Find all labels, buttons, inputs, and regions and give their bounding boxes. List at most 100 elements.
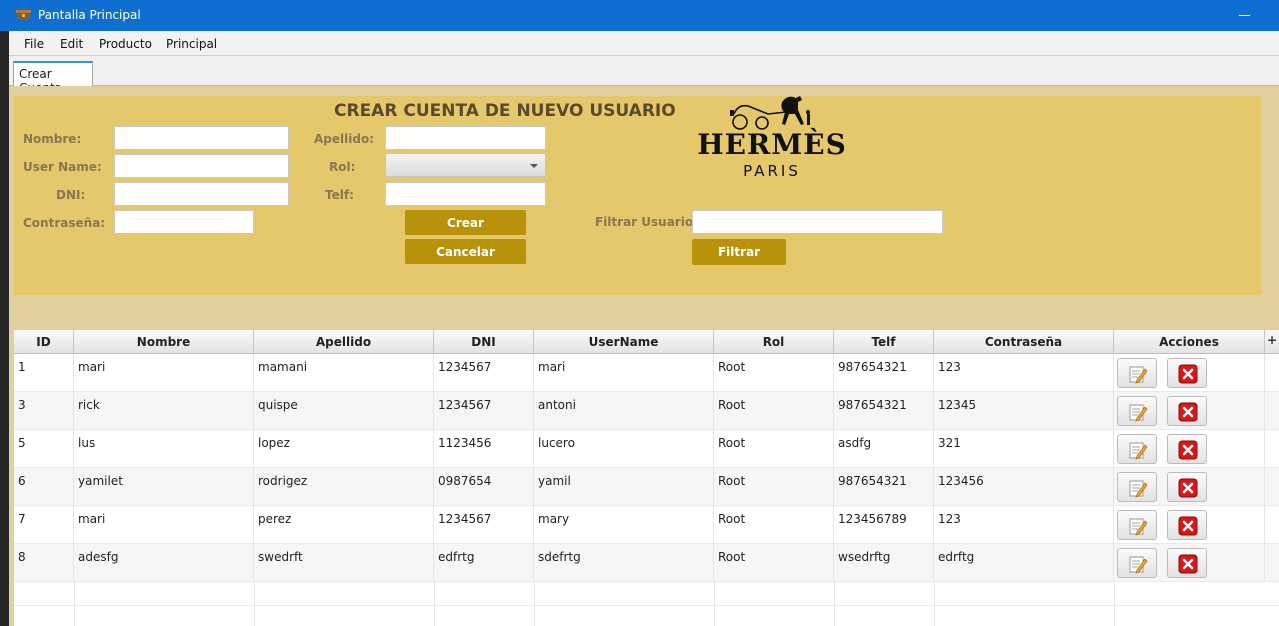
filtrar-input[interactable]: [692, 210, 943, 234]
delete-icon: [1178, 364, 1198, 384]
table-header: ID Nombre Apellido DNI UserName Rol Telf…: [14, 330, 1279, 354]
column-divider: [534, 606, 535, 626]
users-table: ID Nombre Apellido DNI UserName Rol Telf…: [14, 330, 1279, 626]
empty-row: [14, 606, 1279, 626]
col-header-nombre[interactable]: Nombre: [74, 330, 254, 354]
cell-apellido: rodrigez: [254, 468, 434, 506]
column-divider: [534, 582, 535, 606]
delete-icon: [1178, 440, 1198, 460]
cell-rol: Root: [714, 506, 834, 544]
rol-select[interactable]: [385, 153, 546, 177]
column-divider: [934, 582, 935, 606]
menu-producto[interactable]: Producto: [99, 37, 152, 51]
column-divider: [434, 582, 435, 606]
cell-username: antoni: [534, 392, 714, 430]
cell-username: mari: [534, 354, 714, 392]
cell-id: 7: [14, 506, 74, 544]
delete-button[interactable]: [1167, 472, 1207, 502]
tab-crear-cuenta[interactable]: Crear Cuenta: [13, 61, 93, 95]
col-header-rol[interactable]: Rol: [714, 330, 834, 354]
cell-username: lucero: [534, 430, 714, 468]
cell-nombre: rick: [74, 392, 254, 430]
contrasena-label: Contraseña:: [23, 216, 106, 230]
table-row[interactable]: 3 rick quispe 1234567 antoni Root 987654321 123…: [14, 392, 1279, 430]
apellido-label: Apellido:: [314, 132, 374, 146]
edit-button[interactable]: [1117, 434, 1157, 464]
edit-icon: [1129, 366, 1148, 384]
dni-input[interactable]: [114, 182, 289, 206]
table-row[interactable]: 8 adesfg swedrft edfrtg sdefrtg Root wsedrftg e…: [14, 544, 1279, 582]
menu-edit[interactable]: Edit: [60, 37, 83, 51]
column-divider: [74, 582, 75, 606]
cell-contrasena: 123: [934, 354, 1114, 392]
minimize-button[interactable]: [1235, 6, 1255, 24]
cell-rol: Root: [714, 392, 834, 430]
window-edge: [0, 31, 9, 626]
delete-icon: [1178, 478, 1198, 498]
col-header-telf[interactable]: Telf: [834, 330, 934, 354]
cell-contrasena: 123: [934, 506, 1114, 544]
telf-input[interactable]: [385, 182, 546, 206]
column-divider: [434, 606, 435, 626]
username-input[interactable]: [114, 154, 289, 178]
edit-button[interactable]: [1117, 472, 1157, 502]
crear-button[interactable]: Crear: [405, 210, 526, 235]
delete-button[interactable]: [1167, 510, 1207, 540]
column-divider: [834, 606, 835, 626]
table-row[interactable]: 1 mari mamani 1234567 mari Root 987654321 123: [14, 354, 1279, 392]
column-divider: [934, 606, 935, 626]
delete-button[interactable]: [1167, 434, 1207, 464]
cell-username: sdefrtg: [534, 544, 714, 582]
cell-telf: 987654321: [834, 392, 934, 430]
contrasena-input[interactable]: [114, 210, 254, 234]
delete-button[interactable]: [1167, 548, 1207, 578]
edit-icon: [1129, 518, 1148, 536]
brand-logo: HERMÈS PARIS: [692, 92, 852, 184]
edit-button[interactable]: [1117, 396, 1157, 426]
cancelar-button[interactable]: Cancelar: [405, 239, 526, 264]
delete-button[interactable]: [1167, 358, 1207, 388]
cell-contrasena: 12345: [934, 392, 1114, 430]
col-header-username[interactable]: UserName: [534, 330, 714, 354]
cell-nombre: yamilet: [74, 468, 254, 506]
menu-file[interactable]: File: [24, 37, 44, 51]
col-header-apellido[interactable]: Apellido: [254, 330, 434, 354]
tab-strip: Crear Cuenta: [9, 56, 1279, 95]
cell-id: 6: [14, 468, 74, 506]
menu-bar: File Edit Producto Principal: [9, 31, 1279, 56]
cell-apellido: quispe: [254, 392, 434, 430]
edit-button[interactable]: [1117, 548, 1157, 578]
cell-telf: 987654321: [834, 354, 934, 392]
dni-label: DNI:: [56, 188, 86, 202]
table-row[interactable]: 7 mari perez 1234567 mary Root 123456789 123: [14, 506, 1279, 544]
cell-telf: 123456789: [834, 506, 934, 544]
cell-telf: wsedrftg: [834, 544, 934, 582]
cell-telf: 987654321: [834, 468, 934, 506]
nombre-input[interactable]: [114, 126, 289, 150]
edit-button[interactable]: [1117, 358, 1157, 388]
cell-id: 8: [14, 544, 74, 582]
filtrar-label: Filtrar Usuario :: [595, 215, 703, 229]
cell-rol: Root: [714, 544, 834, 582]
filtrar-button[interactable]: Filtrar: [692, 239, 786, 265]
column-divider: [714, 606, 715, 626]
delete-icon: [1178, 402, 1198, 422]
table-row[interactable]: 5 lus lopez 1123456 lucero Root asdfg 321: [14, 430, 1279, 468]
cell-acciones: [1114, 354, 1265, 392]
cell-acciones: [1114, 392, 1265, 430]
cell-nombre: lus: [74, 430, 254, 468]
edit-button[interactable]: [1117, 510, 1157, 540]
delete-button[interactable]: [1167, 396, 1207, 426]
apellido-input[interactable]: [385, 126, 546, 150]
menu-principal[interactable]: Principal: [166, 37, 217, 51]
cell-nombre: adesfg: [74, 544, 254, 582]
cell-telf: asdfg: [834, 430, 934, 468]
col-header-id[interactable]: ID: [14, 330, 74, 354]
col-header-acciones[interactable]: Acciones: [1114, 330, 1265, 354]
col-header-contrasena[interactable]: Contraseña: [934, 330, 1114, 354]
cell-username: yamil: [534, 468, 714, 506]
table-row[interactable]: 6 yamilet rodrigez 0987654 yamil Root 98765432…: [14, 468, 1279, 506]
edit-icon: [1129, 480, 1148, 498]
column-menu-button[interactable]: +: [1267, 333, 1277, 347]
col-header-dni[interactable]: DNI: [434, 330, 534, 354]
